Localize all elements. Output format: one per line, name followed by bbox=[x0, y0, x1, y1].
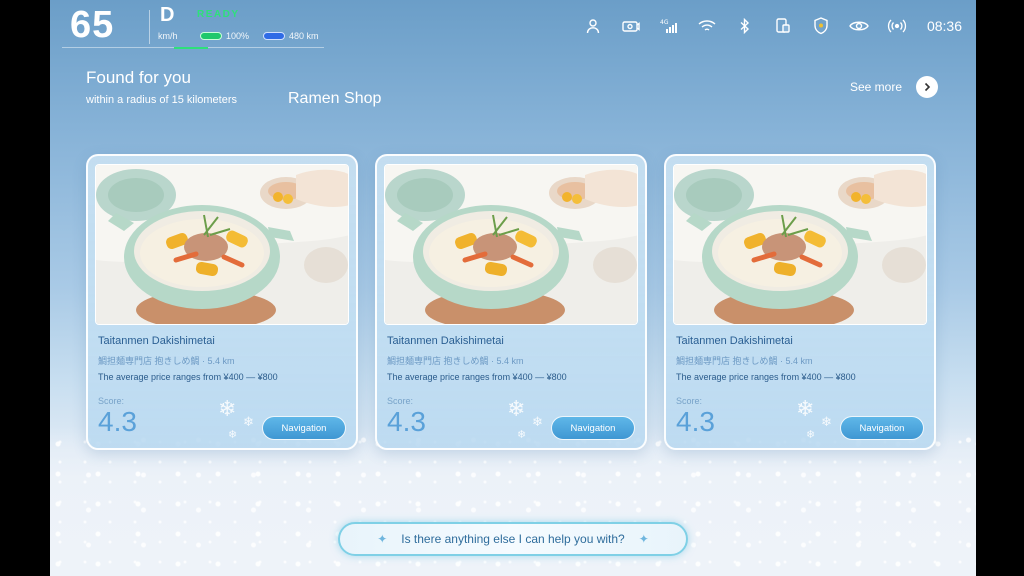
food-photo bbox=[95, 164, 349, 325]
restaurant-subtitle: 鯛担麺専門店 抱きしめ鯛 · 5.4 km bbox=[676, 354, 813, 367]
restaurant-name: Taitanmen Dakishimetai bbox=[676, 335, 793, 347]
navigation-button[interactable]: Navigation bbox=[262, 416, 346, 440]
speed-readout: 65 bbox=[70, 4, 115, 46]
restaurant-name: Taitanmen Dakishimetai bbox=[98, 335, 215, 347]
restaurant-subtitle: 鯛担麺専門店 抱きしめ鯛 · 5.4 km bbox=[98, 354, 235, 367]
snowflake-icon: ❄ bbox=[228, 429, 238, 441]
range-value: 480 km bbox=[289, 31, 319, 41]
svg-text:4G: 4G bbox=[660, 19, 669, 26]
score-value: 4.3 bbox=[387, 406, 426, 437]
sparkle-icon: ✦ bbox=[377, 532, 388, 546]
price-range: The average price ranges from ¥400 — ¥80… bbox=[676, 372, 856, 382]
navigation-button[interactable]: Navigation bbox=[551, 416, 635, 440]
restaurant-distance: 5.4 km bbox=[207, 356, 235, 366]
person-icon[interactable] bbox=[583, 16, 603, 36]
snowflake-icon: ❄ bbox=[532, 414, 543, 429]
clock: 08:36 bbox=[926, 18, 962, 34]
bluetooth-icon[interactable] bbox=[735, 16, 755, 36]
infotainment-screen: 65 D km/h READY 100% 480 km 4G 08:36 Fou… bbox=[50, 0, 976, 576]
battery-percent: 100% bbox=[226, 31, 250, 41]
restaurant-card[interactable]: Taitanmen Dakishimetai 鯛担麺専門店 抱きしめ鯛 · 5.… bbox=[375, 154, 647, 450]
snowflake-icon: ❄ bbox=[796, 396, 815, 421]
broadcast-icon[interactable] bbox=[887, 16, 907, 36]
price-range: The average price ranges from ¥400 — ¥80… bbox=[98, 372, 278, 382]
score-label: Score: bbox=[676, 396, 703, 406]
restaurant-card[interactable]: Taitanmen Dakishimetai 鯛担麺専門店 抱きしめ鯛 · 5.… bbox=[86, 154, 358, 450]
score-value: 4.3 bbox=[98, 406, 137, 437]
snowflake-icon: ❄ bbox=[507, 396, 526, 421]
score-label: Score: bbox=[387, 396, 414, 406]
wifi-icon[interactable] bbox=[697, 16, 717, 36]
status-icons: 4G 08:36 bbox=[583, 16, 962, 36]
see-more-label: See more bbox=[849, 80, 902, 94]
restaurant-distance: 5.4 km bbox=[496, 356, 524, 366]
restaurant-native-name: 鯛担麺専門店 抱きしめ鯛 bbox=[676, 356, 778, 366]
restaurant-native-name: 鯛担麺専門店 抱きしめ鯛 bbox=[98, 356, 200, 366]
restaurant-name: Taitanmen Dakishimetai bbox=[387, 335, 504, 347]
battery-icon bbox=[200, 32, 222, 40]
shield-icon[interactable] bbox=[811, 16, 831, 36]
gear-separator bbox=[149, 10, 150, 44]
food-photo bbox=[673, 164, 927, 325]
ready-underline bbox=[174, 47, 208, 49]
camera-icon[interactable] bbox=[621, 16, 641, 36]
eye-icon[interactable] bbox=[849, 16, 869, 36]
snowflake-icon: ❄ bbox=[218, 396, 237, 421]
phone-link-icon[interactable] bbox=[773, 16, 793, 36]
food-photo bbox=[384, 164, 638, 325]
score-label: Score: bbox=[98, 396, 125, 406]
signal-4g-icon: 4G bbox=[659, 16, 679, 36]
restaurant-card[interactable]: Taitanmen Dakishimetai 鯛担麺専門店 抱きしめ鯛 · 5.… bbox=[664, 154, 936, 450]
assistant-prompt-text: Is there anything else I can help you wi… bbox=[401, 532, 625, 546]
score-value: 4.3 bbox=[676, 406, 715, 437]
speed-unit: km/h bbox=[158, 31, 178, 41]
assistant-prompt[interactable]: ✦ Is there anything else I can help you … bbox=[338, 522, 688, 556]
restaurant-subtitle: 鯛担麺専門店 抱きしめ鯛 · 5.4 km bbox=[387, 354, 524, 367]
snowflake-icon: ❄ bbox=[806, 429, 816, 441]
price-range: The average price ranges from ¥400 — ¥80… bbox=[387, 372, 567, 382]
chevron-right-icon[interactable] bbox=[916, 76, 938, 98]
snowflake-icon: ❄ bbox=[821, 414, 832, 429]
gear-indicator: D bbox=[160, 4, 175, 26]
snowflake-icon: ❄ bbox=[243, 414, 254, 429]
navigation-button[interactable]: Navigation bbox=[840, 416, 924, 440]
see-more-link[interactable]: See more bbox=[850, 76, 938, 98]
search-radius: within a radius of 15 kilometers bbox=[86, 94, 238, 106]
ready-indicator: READY bbox=[197, 9, 240, 20]
range-icon bbox=[263, 32, 286, 40]
battery-status: 100% 480 km bbox=[200, 31, 319, 41]
snowflake-icon: ❄ bbox=[517, 429, 527, 441]
page-title: Found for you bbox=[86, 68, 191, 87]
restaurant-native-name: 鯛担麺専門店 抱きしめ鯛 bbox=[387, 356, 489, 366]
category-label: Ramen Shop bbox=[288, 90, 382, 107]
restaurant-distance: 5.4 km bbox=[785, 356, 813, 366]
sparkle-icon: ✦ bbox=[638, 532, 649, 546]
